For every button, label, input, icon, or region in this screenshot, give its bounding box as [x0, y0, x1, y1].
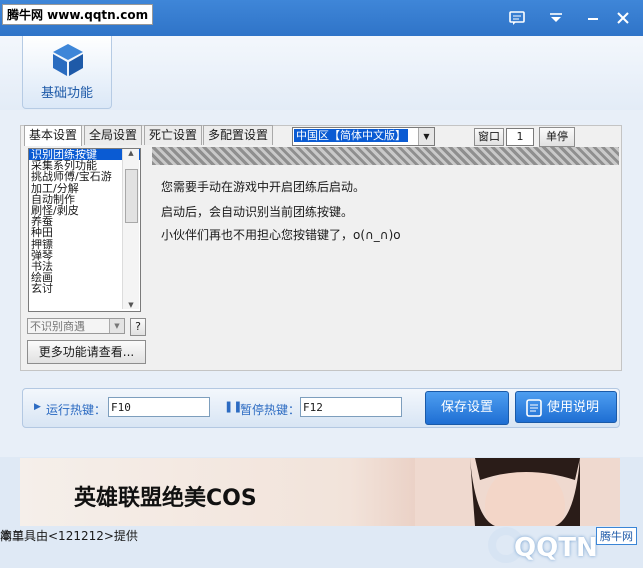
description-line: 启动后，会自动识别当前团练按键。 [161, 205, 354, 219]
chevron-down-icon[interactable]: ▼ [418, 128, 434, 145]
list-scrollbar[interactable]: ▲ ▼ [122, 149, 139, 309]
play-icon: ▶ [34, 402, 41, 412]
tab-death-settings[interactable]: 死亡设置 [144, 125, 203, 145]
brand-text: QQTN [514, 533, 598, 563]
manual-button[interactable]: 使用说明 [515, 391, 617, 423]
banner-text: 英雄联盟绝美COS [74, 486, 257, 511]
scrollbar-thumb[interactable] [125, 169, 138, 223]
single-stop-button[interactable]: 单停 [539, 127, 575, 147]
more-functions-button[interactable]: 更多功能请查看... [27, 340, 146, 364]
ad-banner[interactable]: 英雄联盟绝美COS [20, 458, 620, 526]
scroll-up-icon[interactable]: ▲ [123, 149, 139, 157]
pause-hotkey-label: 暂停热键： [240, 403, 301, 417]
region-select[interactable]: 中国区【简体中文版】 ▼ [292, 127, 435, 146]
scroll-down-icon[interactable]: ▼ [123, 301, 139, 309]
brand-tag: 腾牛网 [596, 527, 637, 545]
region-select-value: 中国区【简体中文版】 [294, 129, 408, 142]
watermark-label: 腾牛网 www.qqtn.com [2, 4, 154, 25]
save-settings-button[interactable]: 保存设置 [425, 391, 509, 425]
mode-select[interactable]: 不识别商遇 ▼ [27, 318, 125, 334]
footer-right-text[interactable]: 简单 [0, 527, 24, 544]
run-hotkey-input[interactable]: F10 [108, 397, 210, 417]
description-line: 小伙伴们再也不用担心您按错键了，o(∩_∩)o [161, 228, 401, 242]
help-button[interactable]: ? [130, 318, 146, 336]
hatch-divider [152, 147, 619, 165]
menu-dropdown-icon[interactable] [547, 10, 565, 26]
basic-function-label: 基础功能 [40, 86, 93, 101]
minimize-icon[interactable] [584, 10, 602, 26]
chevron-down-icon[interactable]: ▼ [109, 319, 124, 333]
pause-hotkey-input[interactable]: F12 [300, 397, 402, 417]
description-line: 您需要手动在游戏中开启团练后启动。 [161, 180, 366, 194]
cube-icon [53, 44, 83, 76]
description-panel: 您需要手动在游戏中开启团练后启动。 启动后，会自动识别当前团练按键。 小伙伴们再… [152, 165, 619, 365]
document-icon [526, 399, 542, 417]
mode-select-value: 不识别商遇 [30, 320, 85, 333]
close-icon[interactable] [614, 10, 632, 26]
basic-function-button[interactable]: 基础功能 [22, 36, 112, 109]
banner-photo [415, 458, 620, 526]
run-hotkey-label: 运行热键： [46, 403, 107, 417]
tab-basic-settings[interactable]: 基本设置 [24, 125, 83, 146]
window-number-input[interactable]: 1 [506, 128, 534, 146]
manual-button-label: 使用说明 [546, 400, 599, 415]
feedback-icon[interactable] [508, 10, 526, 26]
window-label: 窗口 [474, 128, 504, 146]
tab-global-settings[interactable]: 全局设置 [84, 125, 143, 145]
tab-multi-config[interactable]: 多配置设置 [203, 125, 274, 145]
